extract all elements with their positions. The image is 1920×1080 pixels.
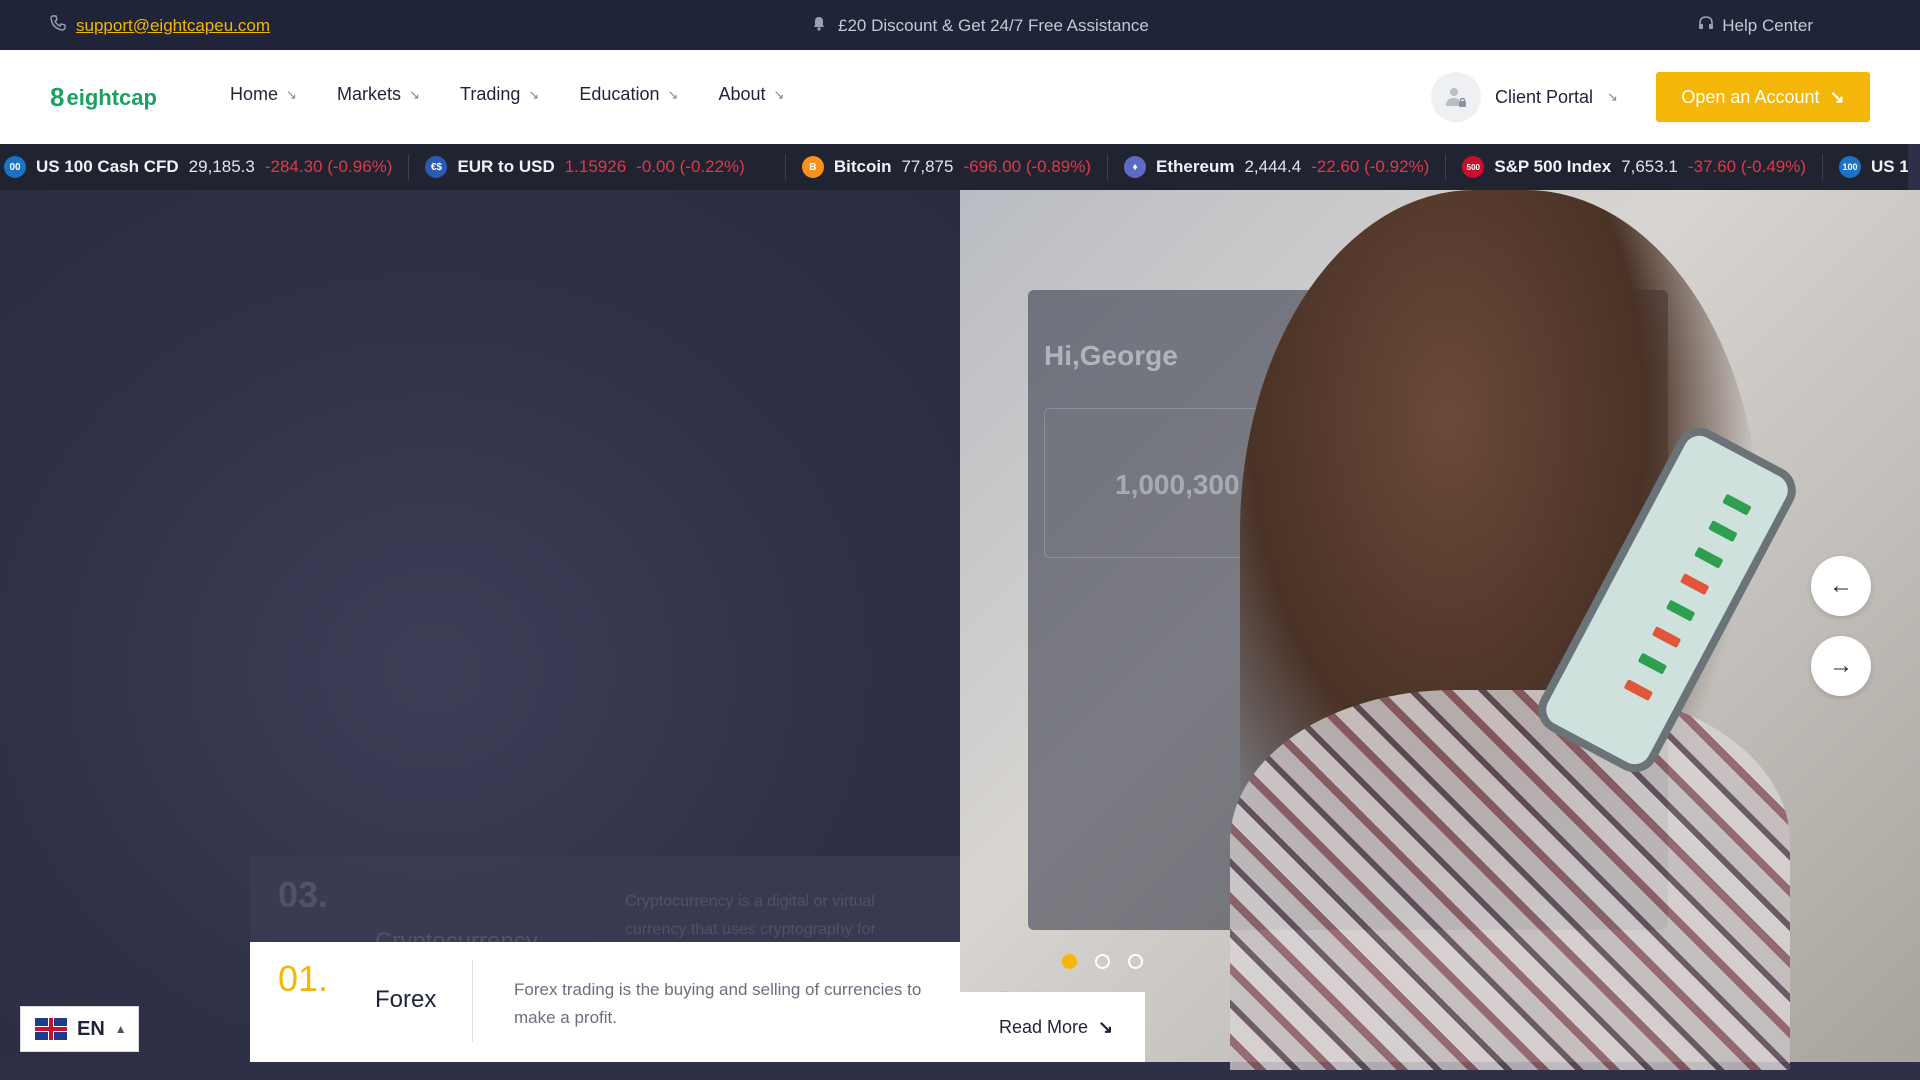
bell-icon bbox=[812, 15, 826, 36]
top-bar: support@eightcapeu.com £20 Discount & Ge… bbox=[0, 0, 1920, 50]
slide-number: 03. bbox=[278, 874, 329, 915]
dashboard-greeting: Hi,George bbox=[1044, 340, 1178, 371]
ticker-change: -37.60 (-0.49%) bbox=[1687, 157, 1807, 176]
slide-description: Forex trading is the buying and selling … bbox=[514, 980, 922, 1027]
user-lock-icon bbox=[1431, 72, 1481, 122]
ethereum-icon: ♦ bbox=[1124, 156, 1147, 178]
logo-mark-icon: 8 bbox=[50, 82, 65, 112]
nav-item-label: Markets bbox=[337, 84, 402, 104]
slider-dot-1[interactable] bbox=[1062, 954, 1077, 969]
ticker-item[interactable]: ♦ Ethereum 2,444.4 -22.60 (-0.92%) bbox=[1108, 154, 1447, 180]
uk-flag-icon bbox=[35, 1018, 67, 1040]
phone-icon bbox=[50, 15, 66, 36]
slide-card: 01. Forex Forex trading is the buying an… bbox=[250, 942, 960, 1062]
open-account-label: Open an Account bbox=[1681, 86, 1820, 107]
slide-title: Forex bbox=[375, 986, 437, 1013]
arrow-down-right-icon: ↘ bbox=[286, 86, 297, 102]
plaid-shirt bbox=[1230, 690, 1790, 1070]
slider-dot-3[interactable] bbox=[1128, 954, 1143, 969]
ticker-item[interactable]: 00 US 100 Cash CFD 29,185.3 -284.30 (-0.… bbox=[0, 154, 410, 180]
slider-dots bbox=[1062, 954, 1143, 969]
slider-next-button[interactable]: → bbox=[1811, 636, 1871, 696]
ticker-item[interactable]: 100 US 100 Cash CFD TV bbox=[1823, 154, 1908, 180]
client-portal-label: Client Portal bbox=[1495, 86, 1594, 107]
us100-icon: 00 bbox=[4, 156, 26, 178]
ticker-change: -0.00 (-0.22%) bbox=[636, 157, 745, 176]
eur-usd-icon: €$ bbox=[425, 156, 448, 178]
price-ticker: 00 US 100 Cash CFD 29,185.3 -284.30 (-0.… bbox=[0, 144, 1908, 190]
nav-item-label: Trading bbox=[460, 84, 521, 104]
nav-item-label: Education bbox=[579, 84, 660, 104]
eightcap-logo[interactable]: 8 eightcap bbox=[50, 82, 157, 113]
ticker-name: US 100 Cash CFD bbox=[36, 157, 179, 176]
nav-menu: Home ↘ Markets ↘ Trading ↘ Education ↘ About… bbox=[230, 84, 786, 105]
promo-banner: £20 Discount & Get 24/7 Free Assistance bbox=[812, 15, 1149, 36]
headset-icon bbox=[1698, 15, 1714, 36]
arrow-down-right-icon: ↘ bbox=[409, 86, 420, 102]
ticker-name: Ethereum bbox=[1156, 157, 1235, 176]
dashboard-balance-value: 1,000,300 bbox=[1115, 469, 1240, 500]
language-code: EN bbox=[77, 1017, 105, 1040]
nav-item-markets[interactable]: Markets ↘ bbox=[337, 84, 421, 105]
ticker-price: 7,653.1 bbox=[1621, 157, 1678, 176]
ticker-change: -284.30 (-0.96%) bbox=[264, 157, 393, 176]
ticker-item[interactable]: €$ EUR to USD 1.15926 -0.00 (-0.22%) bbox=[409, 154, 786, 180]
ticker-price: 2,444.4 bbox=[1244, 157, 1302, 176]
ticker-change: -696.00 (-0.89%) bbox=[963, 157, 1092, 176]
bitcoin-icon: B bbox=[801, 156, 824, 178]
arrow-down-right-icon: ↘ bbox=[773, 86, 785, 102]
nav-item-home[interactable]: Home ↘ bbox=[230, 84, 298, 105]
slider-dot-2[interactable] bbox=[1095, 954, 1110, 969]
slider-prev-button[interactable]: ← bbox=[1811, 556, 1871, 616]
ticker-price: 1.15926 bbox=[564, 157, 627, 176]
card-divider bbox=[472, 960, 473, 1042]
nav-item-about[interactable]: About ↘ bbox=[718, 84, 785, 105]
ticker-price: 77,875 bbox=[901, 157, 954, 176]
promo-text: £20 Discount & Get 24/7 Free Assistance bbox=[838, 15, 1149, 35]
ticker-item[interactable]: 500 S&P 500 Index 7,653.1 -37.60 (-0.49%… bbox=[1446, 154, 1824, 180]
client-portal-link[interactable]: Client Portal ↘ bbox=[1431, 72, 1619, 122]
ticker-name: EUR to USD bbox=[457, 157, 555, 176]
nav-item-label: About bbox=[718, 84, 766, 104]
help-center-link[interactable]: Help Center bbox=[1698, 15, 1813, 36]
nav-item-trading[interactable]: Trading ↘ bbox=[460, 84, 540, 105]
ticker-price: 29,185.3 bbox=[188, 157, 255, 176]
help-center-label: Help Center bbox=[1722, 15, 1813, 35]
ticker-change: -22.60 (-0.92%) bbox=[1311, 157, 1430, 176]
open-account-button[interactable]: Open an Account ↘ bbox=[1656, 72, 1870, 122]
ticker-item[interactable]: B Bitcoin 77,875 -696.00 (-0.89%) bbox=[786, 154, 1109, 180]
nav-item-education[interactable]: Education ↘ bbox=[579, 84, 679, 105]
nav-item-label: Home bbox=[230, 84, 279, 104]
read-more-link[interactable]: Read More ↘ bbox=[960, 992, 1145, 1062]
arrow-down-right-icon: ↘ bbox=[528, 86, 540, 102]
ticker-name: US 100 Cash CFD bbox=[1871, 157, 1908, 176]
chevron-up-icon: ▲ bbox=[114, 1022, 127, 1036]
arrow-left-icon: ← bbox=[1829, 572, 1853, 599]
sp500-icon: 500 bbox=[1462, 156, 1485, 178]
ticker-name: S&P 500 Index bbox=[1494, 157, 1612, 176]
us100-icon: 100 bbox=[1839, 156, 1862, 178]
read-more-label: Read More bbox=[999, 1016, 1089, 1037]
language-selector[interactable]: EN ▲ bbox=[20, 1006, 139, 1052]
arrow-down-right-icon: ↘ bbox=[1098, 1016, 1114, 1037]
contact-email-group: support@eightcapeu.com bbox=[50, 15, 270, 36]
arrow-right-icon: → bbox=[1829, 652, 1853, 679]
support-email-link[interactable]: support@eightcapeu.com bbox=[76, 16, 270, 36]
arrow-down-right-icon: ↘ bbox=[1607, 89, 1618, 104]
logo-text: eightcap bbox=[66, 84, 157, 110]
arrow-down-right-icon: ↘ bbox=[1829, 86, 1845, 107]
main-navbar: 8 eightcap Home ↘ Markets ↘ Trading ↘ Educa… bbox=[0, 50, 1920, 144]
arrow-down-right-icon: ↘ bbox=[667, 86, 679, 102]
ticker-name: Bitcoin bbox=[833, 157, 892, 176]
slide-number: 01. bbox=[278, 958, 329, 999]
